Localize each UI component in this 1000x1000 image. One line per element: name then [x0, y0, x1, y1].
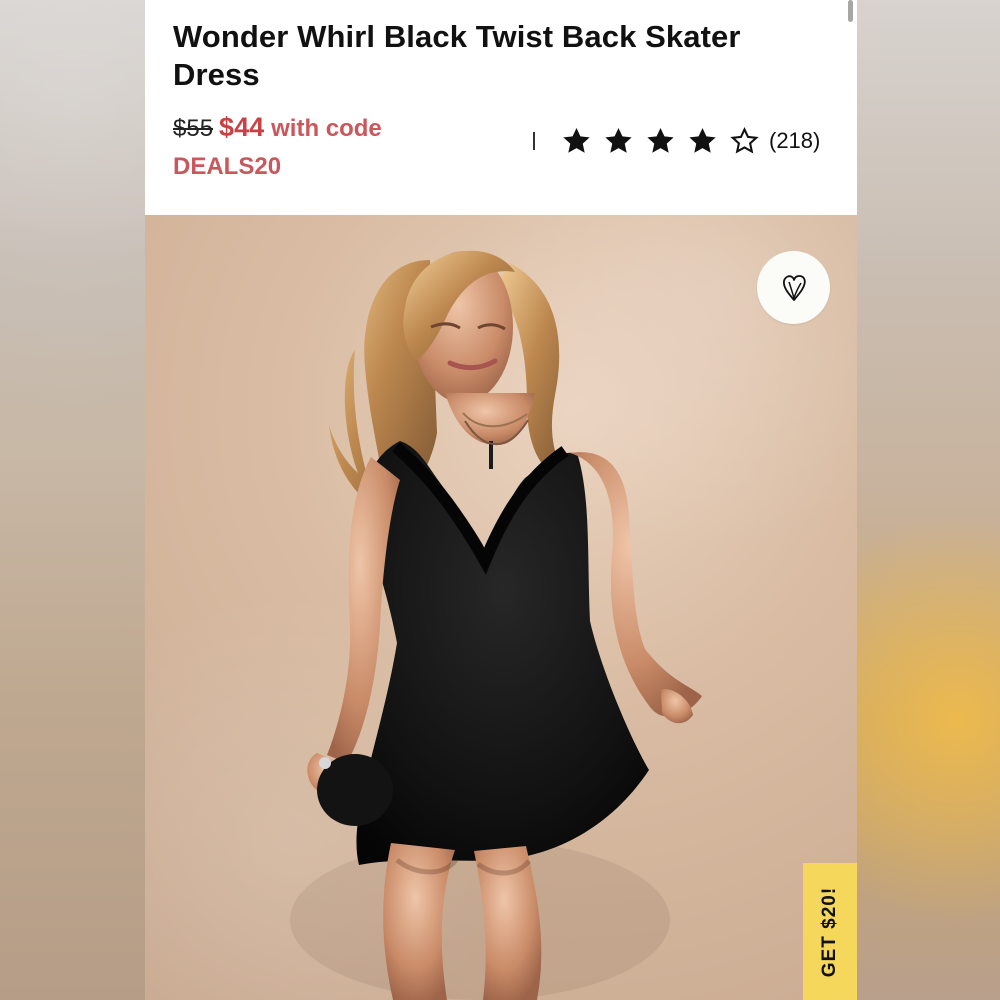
get-20-promo-tab[interactable]: GET $20! — [803, 863, 857, 1000]
star-filled-icon — [563, 127, 590, 153]
rating-count[interactable]: (218) — [769, 128, 820, 154]
get-20-promo-label: GET $20! — [819, 886, 840, 977]
rating-stars — [560, 125, 761, 158]
code-text: with code — [271, 115, 382, 142]
product-rating[interactable]: (218) — [533, 118, 835, 164]
star-outline-icon — [730, 126, 759, 153]
heart-outline-icon — [782, 274, 806, 301]
wishlist-button[interactable] — [757, 251, 830, 324]
product-title: Wonder Whirl Black Twist Back Skater Dre… — [173, 19, 741, 92]
product-photo[interactable]: GET $20! — [145, 215, 857, 1000]
promo-code: DEALS20 — [173, 153, 282, 180]
star-filled-icon — [605, 127, 632, 153]
rating-divider — [533, 132, 535, 150]
product-page: Wonder Whirl Black Twist Back Skater Dre… — [145, 0, 857, 1000]
scroll-indicator[interactable] — [848, 0, 853, 22]
blurred-right-background — [857, 0, 1000, 1000]
dress-model-photo — [290, 250, 702, 1000]
star-filled-icon — [647, 127, 674, 153]
blurred-left-background — [0, 0, 145, 1000]
original-price: $55 — [173, 115, 214, 142]
star-filled-icon — [689, 127, 716, 153]
sale-price: $44 — [219, 112, 265, 142]
price-block: $55 $44 with code DEALS20 — [173, 108, 463, 186]
